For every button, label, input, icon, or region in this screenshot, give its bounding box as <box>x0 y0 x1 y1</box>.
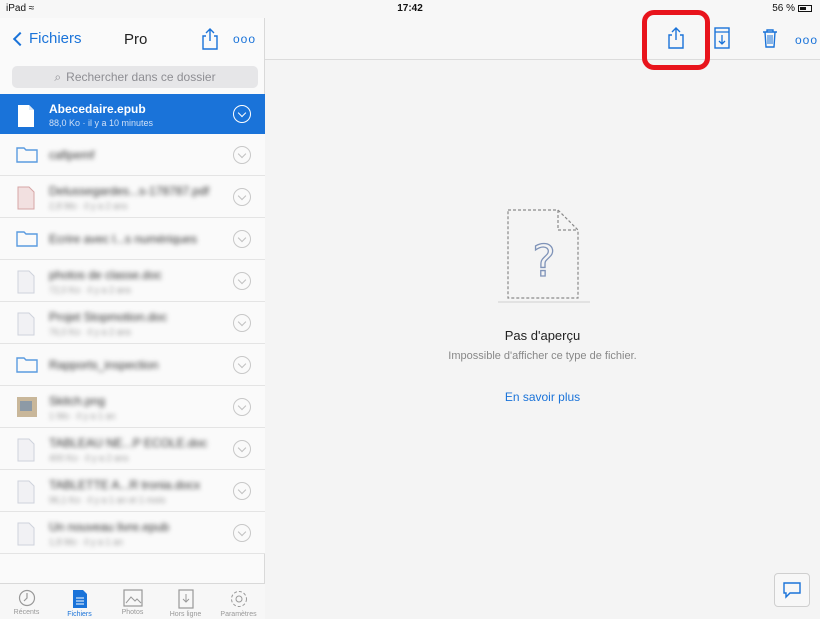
tab-bar: Récents Fichiers Photos Hors ligne Paramètre… <box>0 583 265 619</box>
preview-toolbar: ooo <box>265 10 820 70</box>
save-offline-button[interactable] <box>709 24 735 52</box>
file-name: Skitch.png <box>49 394 106 408</box>
tab-label: Fichiers <box>67 611 92 618</box>
tab-label: Paramètres <box>220 611 257 618</box>
file-meta: 88,0 Ko · il y a 10 minutes <box>49 118 154 128</box>
file-list: Abecedaire.epub 88,0 Ko · il y a 10 minut… <box>0 94 265 554</box>
sidebar-nav-bar: Fichiers Pro ooo <box>0 18 264 62</box>
clock-icon <box>2 589 52 607</box>
tab-photos[interactable]: Photos <box>108 584 158 619</box>
share-icon <box>668 27 684 49</box>
file-name: cafipemf <box>49 148 95 162</box>
svg-text:?: ? <box>532 236 555 287</box>
share-icon[interactable] <box>200 27 220 51</box>
more-options-button[interactable]: ooo <box>233 32 256 46</box>
folder-icon <box>16 354 38 378</box>
file-icon <box>16 522 38 546</box>
tab-paramètres[interactable]: Paramètres <box>214 584 264 619</box>
trash-icon <box>763 29 777 48</box>
file-name: Rapports_inspection <box>49 358 159 372</box>
search-icon: ⌕ <box>54 69 62 84</box>
file-icon <box>16 104 38 128</box>
file-options-icon[interactable] <box>233 188 251 206</box>
file-row[interactable]: Delussegardes...s-178787.pdf 2,8 Mo · il … <box>0 176 265 218</box>
file-meta: 400 Ko · il y a 2 ans <box>49 453 129 463</box>
offline-icon <box>161 589 211 609</box>
file-options-icon[interactable] <box>233 524 251 542</box>
file-row[interactable]: photos de classe.doc 72,0 Ko · il y a 2 a… <box>0 260 265 302</box>
file-row[interactable]: TABLETTE A...R tronia.docx 96,1 Ko · il y… <box>0 470 265 512</box>
file-row[interactable]: TABLEAU NE...P ECOLE.doc 400 Ko · il y a … <box>0 428 265 470</box>
file-sidebar: Fichiers Pro ooo ⌕ Rechercher dans ce do… <box>0 18 265 619</box>
file-meta: 1 Mo · il y a 1 an <box>49 411 116 421</box>
file-name: Un nouveau livre.epub <box>49 520 170 534</box>
folder-icon <box>16 144 38 168</box>
file-name: TABLEAU NE...P ECOLE.doc <box>49 436 208 450</box>
folder-icon <box>16 228 38 252</box>
tab-label: Récents <box>13 609 40 616</box>
file-icon <box>55 589 105 609</box>
file-options-icon[interactable] <box>233 146 251 164</box>
preview-pane: ooo ? Pas d'aperçu Impossible d'afficher… <box>265 10 820 619</box>
file-icon <box>16 270 38 294</box>
battery-indicator: 56 % <box>772 3 812 14</box>
file-options-icon[interactable] <box>233 356 251 374</box>
photo-icon <box>108 589 158 607</box>
file-options-icon[interactable] <box>233 272 251 290</box>
file-row[interactable]: Abecedaire.epub 88,0 Ko · il y a 10 minut… <box>0 94 265 134</box>
file-icon <box>16 186 38 210</box>
file-meta: 2,8 Mo · il y a 2 ans <box>49 201 128 211</box>
back-label: Fichiers <box>29 30 82 47</box>
file-options-icon[interactable] <box>233 314 251 332</box>
file-icon <box>16 312 38 336</box>
file-meta: 76,0 Ko · il y a 2 ans <box>49 327 132 337</box>
file-meta: 72,0 Ko · il y a 2 ans <box>49 285 132 295</box>
tab-hors-ligne[interactable]: Hors ligne <box>161 584 211 619</box>
file-meta: 96,1 Ko · il y a 1 an et 1 mois <box>49 495 166 505</box>
file-meta: 1,8 Mo · il y a 1 an <box>49 537 124 547</box>
search-placeholder: Rechercher dans ce dossier <box>66 70 216 84</box>
file-options-icon[interactable] <box>233 482 251 500</box>
file-row[interactable]: cafipemf <box>0 134 265 176</box>
learn-more-link[interactable]: En savoir plus <box>265 390 820 404</box>
preview-subtitle: Impossible d'afficher ce type de fichier… <box>448 350 637 362</box>
file-options-icon[interactable] <box>233 440 251 458</box>
image-thumbnail <box>16 396 38 420</box>
folder-title: Pro <box>124 31 148 48</box>
file-name: Abecedaire.epub <box>49 102 146 116</box>
file-icon <box>16 480 38 504</box>
file-name: Delussegardes...s-178787.pdf <box>49 184 210 198</box>
comment-button[interactable] <box>774 573 810 607</box>
back-button[interactable]: Fichiers <box>12 30 82 47</box>
file-options-icon[interactable] <box>233 398 251 416</box>
file-icon <box>16 438 38 462</box>
file-row[interactable]: Projet Stopmotion.doc 76,0 Ko · il y a 2 … <box>0 302 265 344</box>
tab-label: Photos <box>121 609 144 616</box>
download-icon <box>714 27 730 49</box>
search-input[interactable]: ⌕ Rechercher dans ce dossier <box>12 66 258 88</box>
preview-title: Pas d'aperçu <box>504 328 581 343</box>
battery-icon <box>798 5 812 12</box>
share-button[interactable] <box>663 24 689 52</box>
chevron-left-icon <box>12 31 28 46</box>
gear-icon <box>214 589 264 609</box>
delete-button[interactable] <box>757 24 783 52</box>
tab-fichiers[interactable]: Fichiers <box>55 584 105 619</box>
tab-récents[interactable]: Récents <box>2 584 52 619</box>
more-options-button[interactable]: ooo <box>795 33 818 47</box>
file-name: TABLETTE A...R tronia.docx <box>49 478 201 492</box>
file-row[interactable]: Skitch.png 1 Mo · il y a 1 an <box>0 386 265 428</box>
file-row[interactable]: Rapports_inspection <box>0 344 265 386</box>
file-name: photos de classe.doc <box>49 268 162 282</box>
file-row[interactable]: Ecrire avec l...s numériques <box>0 218 265 260</box>
unknown-file-icon: ? <box>498 206 590 315</box>
file-name: Projet Stopmotion.doc <box>49 310 168 324</box>
tab-label: Hors ligne <box>169 611 202 618</box>
file-row[interactable]: Un nouveau livre.epub 1,8 Mo · il y a 1 a… <box>0 512 265 554</box>
file-name: Ecrire avec l...s numériques <box>49 232 198 246</box>
comment-icon <box>783 582 801 599</box>
file-options-icon[interactable] <box>233 230 251 248</box>
file-options-icon[interactable] <box>233 105 251 123</box>
